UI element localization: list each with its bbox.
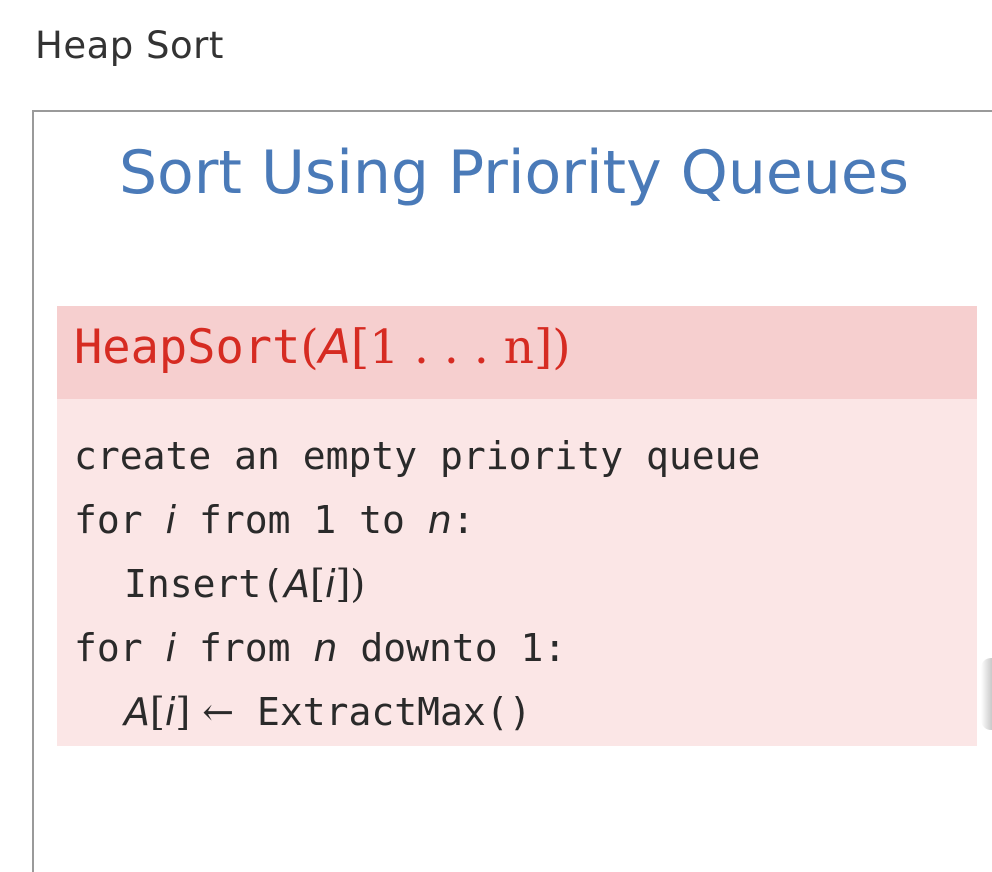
param-array: A xyxy=(318,320,351,375)
algorithm-body: create an empty priority queue for i fro… xyxy=(74,424,760,744)
insert-call: Insert( xyxy=(124,562,285,606)
loop-range: from 1 to xyxy=(176,498,428,542)
code-line-2: for i from 1 to n: xyxy=(74,488,760,552)
bracket-close: ] xyxy=(175,690,203,734)
algorithm-name: HeapSort xyxy=(74,320,301,375)
var-i: i xyxy=(165,498,177,542)
loop-end: downto 1: xyxy=(337,626,567,670)
index-i: i xyxy=(324,562,336,606)
code-line-4: for i from n downto 1: xyxy=(74,616,760,680)
code-line-3: Insert(A[i]) xyxy=(74,552,760,616)
bracket-close: ]) xyxy=(335,562,366,606)
loop-range: from xyxy=(176,626,314,670)
keyword-for: for xyxy=(74,626,166,670)
extractmax-call: ExtractMax() xyxy=(234,690,532,734)
bracket-open: [ xyxy=(150,690,165,734)
keyword-for: for xyxy=(74,498,166,542)
algorithm-signature: HeapSort(A[1 . . . n]) xyxy=(74,320,571,375)
code-line-5: A[i] ← ExtractMax() xyxy=(74,680,760,744)
var-n: n xyxy=(313,626,338,670)
var-i: i xyxy=(165,626,177,670)
algorithm-box: HeapSort(A[1 . . . n]) create an empty p… xyxy=(57,306,977,746)
loop-end: : xyxy=(451,498,475,542)
var-n: n xyxy=(427,498,452,542)
param-range: [1 . . . n]) xyxy=(350,320,571,375)
slide-title: Sort Using Priority Queues xyxy=(118,138,910,208)
array-a: A xyxy=(284,562,311,606)
code-line-1: create an empty priority queue xyxy=(74,434,761,478)
bracket-open: [ xyxy=(310,562,325,606)
algorithm-header: HeapSort(A[1 . . . n]) xyxy=(57,306,977,399)
presenter-video-edge xyxy=(981,658,992,730)
paren-open: ( xyxy=(300,320,319,375)
page-title: Heap Sort xyxy=(35,24,224,67)
index-i: i xyxy=(164,690,176,734)
video-frame[interactable]: Sort Using Priority Queues HeapSort(A[1 … xyxy=(32,110,992,872)
array-a: A xyxy=(124,690,150,734)
left-arrow-icon: ← xyxy=(202,690,235,734)
